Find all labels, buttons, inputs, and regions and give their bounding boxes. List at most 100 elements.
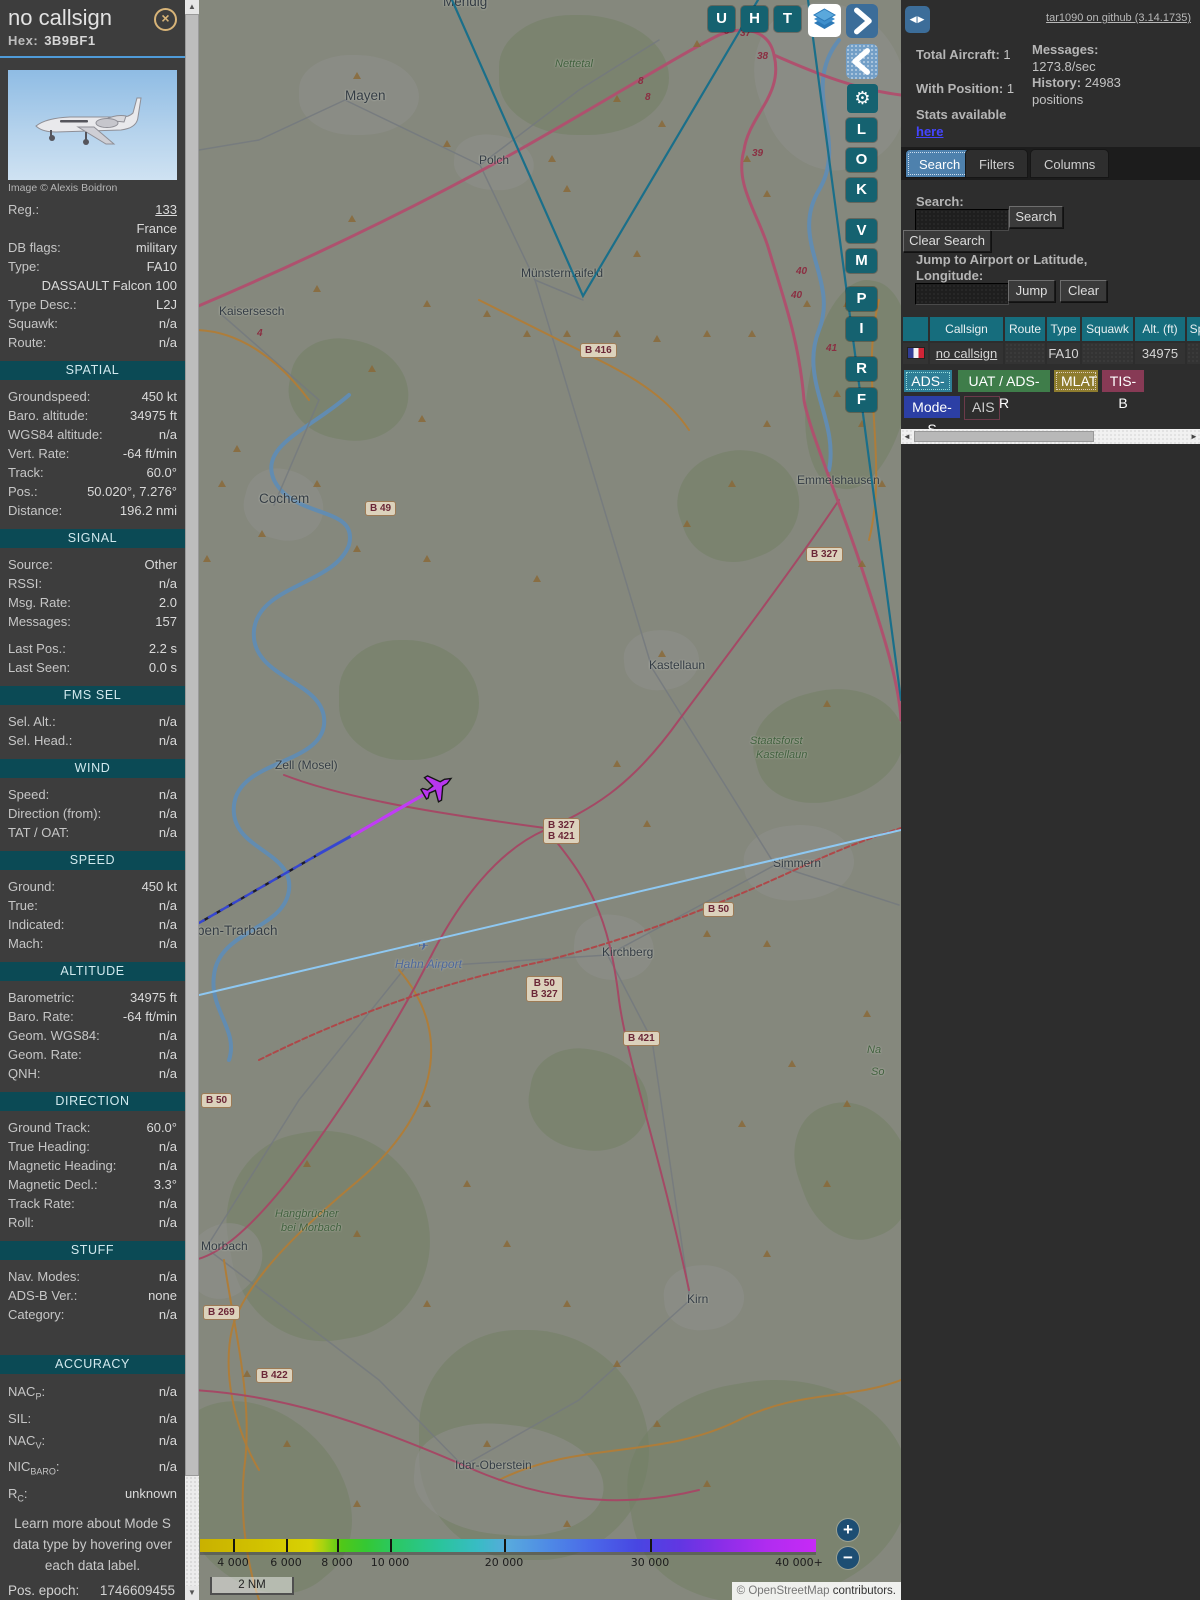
zoom-in-button[interactable]: + [837,1519,859,1541]
detail-row: France [0,219,185,238]
filter-chip-ads-b[interactable]: ADS-B [904,370,952,392]
panel-expand-button[interactable]: ◀▶ [905,6,930,33]
close-icon[interactable]: × [154,8,177,31]
map-button-V[interactable]: V [846,219,877,243]
left-panel-scrollbar[interactable]: ▲ ▼ [185,0,199,1600]
layers-button[interactable] [808,4,841,37]
map-button-K[interactable]: K [846,178,877,202]
table-horizontal-scrollbar[interactable]: ◄ ► [901,429,1200,444]
detail-row: Vert. Rate:-64 ft/min [0,444,185,463]
map-button-O[interactable]: O [846,148,877,172]
table-row[interactable]: no callsign FA10 34975 [903,341,1200,364]
aircraft-photo[interactable] [8,70,177,180]
road-shield-b50-b327: B 50B 327 [526,976,563,1002]
github-link[interactable]: tar1090 on github (3.14.1735) [1046,12,1191,24]
total-aircraft-value: 1 [1003,47,1010,62]
column-header-Speed[interactable]: Speed [1187,317,1200,341]
detail-value: France [14,219,177,238]
search-button[interactable]: Search [1009,206,1063,228]
settings-button[interactable]: ⚙ [847,84,878,113]
detail-value[interactable]: 133 [45,200,177,219]
detail-value: unknown [34,1483,177,1510]
stats-here-link[interactable]: here [916,124,943,139]
selected-aircraft-panel: no callsign Hex:3B9BF1 × [0,0,185,1600]
column-header-Route[interactable]: Route [1005,317,1045,341]
table-cell[interactable] [1187,343,1200,364]
legend-tick [337,1539,339,1552]
aircraft-table: CallsignRouteTypeSquawkAlt. (ft)Speedno … [903,317,1200,364]
detail-value: 3.3° [104,1175,177,1194]
column-header-flag[interactable] [903,317,928,341]
map-button-U[interactable]: U [708,6,735,32]
map-button-I[interactable]: I [846,317,877,341]
cell-callsign[interactable]: no callsign [930,343,1003,364]
aircraft-trail-blue [317,835,353,855]
detail-row: DB flags:military [0,238,185,257]
attribution-osm[interactable]: © OpenStreetMap [737,1585,833,1597]
search-input[interactable] [915,209,1009,231]
scroll-left-icon[interactable]: ◄ [901,429,913,444]
jump-input[interactable] [915,283,1009,305]
clear-search-button[interactable]: Clear Search [903,230,991,252]
table-cell[interactable] [1082,343,1133,364]
map-button-M[interactable]: M [846,249,877,273]
table-cell[interactable] [1005,343,1045,364]
with-position-label: With Position: [916,81,1003,96]
attribution-contributors: contributors. [833,1585,896,1597]
detail-row: Geom. Rate:n/a [0,1045,185,1064]
detail-value: 2.0 [77,593,177,612]
map-button-R[interactable]: R [846,357,877,381]
column-header-Type[interactable]: Type [1047,317,1080,341]
detail-value: n/a [62,712,177,731]
jump-button[interactable]: Jump [1008,280,1055,302]
tab-filters[interactable]: Filters [965,149,1028,178]
map-button-P[interactable]: P [846,287,877,311]
hscroll-thumb[interactable] [914,431,1094,442]
detail-row: Source:Other [0,555,185,574]
detail-value: 50.020°, 7.276° [44,482,177,501]
map-button-T[interactable]: T [774,6,801,32]
scrollbar-down-icon[interactable]: ▼ [185,1586,199,1600]
filter-chip-mode-s[interactable]: Mode-S [904,396,960,418]
detail-value: n/a [48,574,177,593]
detail-row: Distance:196.2 nmi [0,501,185,520]
detail-value: n/a [40,1213,177,1232]
table-cell[interactable]: FA10 [1047,343,1080,364]
filter-chip-ais[interactable]: AIS [964,396,1000,420]
total-aircraft-stat: Total Aircraft: 1 [916,47,1011,62]
filter-chip-uat-ads-r[interactable]: UAT / ADS-R [958,370,1050,392]
scroll-right-icon[interactable]: ► [1188,429,1200,444]
road-shield-b49: B 49 [365,501,396,516]
map-button-F[interactable]: F [846,388,877,412]
legend-tick-label: 6 000 [270,1556,302,1569]
aircraft-icon[interactable] [417,766,458,806]
map-trails [199,0,901,1600]
map-button-H[interactable]: H [741,6,768,32]
table-cell[interactable]: 34975 [1135,343,1185,364]
tab-columns[interactable]: Columns [1030,149,1109,178]
detail-value: n/a [51,1381,177,1408]
tab-search[interactable]: Search [905,149,974,178]
table-cell[interactable] [903,343,928,364]
map-canvas[interactable]: MendigMayenNettetalPolchMünstermaifeldKa… [199,0,901,1600]
column-header-Callsign[interactable]: Callsign [930,317,1003,341]
scrollbar-thumb[interactable] [185,14,199,1476]
filter-chip-tis-b[interactable]: TIS-B [1102,370,1144,392]
road-number: 8 [638,76,644,87]
next-aircraft-button[interactable] [846,4,878,38]
selected-callsign: no callsign [8,5,177,31]
road-shield-b327-b421: B 327B 421 [543,818,580,844]
chevron-right-icon [846,4,878,38]
column-header-Alt. (ft)[interactable]: Alt. (ft) [1135,317,1185,341]
column-header-Squawk[interactable]: Squawk [1082,317,1133,341]
map-button-L[interactable]: L [846,118,877,142]
prev-aircraft-button[interactable] [846,44,878,79]
detail-row: RSSI:n/a [0,574,185,593]
detail-value: n/a [75,823,177,842]
scrollbar-up-icon[interactable]: ▲ [185,0,199,14]
filter-chip-mlat[interactable]: MLAT [1054,370,1098,392]
clear-jump-button[interactable]: Clear [1060,280,1107,302]
aircraft-detail-rows: Reg.:133FranceDB flags:militaryType:FA10… [0,200,185,1509]
tar1090-app: no callsign Hex:3B9BF1 × [0,0,1200,1600]
zoom-out-button[interactable]: − [837,1547,859,1569]
